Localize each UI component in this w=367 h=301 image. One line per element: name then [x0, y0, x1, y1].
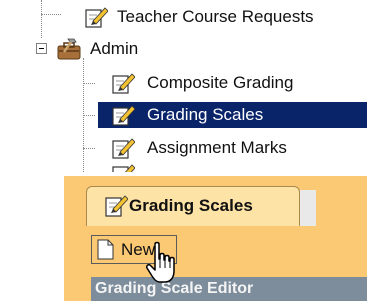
admin-tools-icon: [56, 38, 82, 60]
tree-item-teacher-course-requests[interactable]: Teacher Course Requests: [0, 4, 367, 30]
tree-item-label: Assignment Marks: [147, 138, 287, 157]
grading-scales-panel: Grading Scales New Grading Scale Editor: [64, 176, 367, 301]
tree-item-label: Grading Scales: [147, 105, 264, 124]
tree-item-assignment-marks[interactable]: Assignment Marks: [0, 135, 367, 161]
grading-scale-editor-header: Grading Scale Editor: [91, 277, 367, 301]
tree-line: [83, 148, 95, 149]
tree-item-label: Composite Grading: [147, 73, 294, 92]
edit-pencil-icon: [104, 193, 129, 217]
tree-item-grading-scales[interactable]: Grading Scales: [0, 102, 367, 128]
tree-item-label: Teacher Course Requests: [117, 7, 314, 26]
tab-label: Grading Scales: [129, 196, 253, 215]
tree-line: [83, 115, 95, 116]
edit-pencil-icon: [84, 6, 109, 28]
edit-pencil-icon: [111, 163, 136, 172]
hand-pointer-icon: [144, 241, 180, 285]
collapse-toggle-icon[interactable]: [36, 43, 47, 54]
tree-item-composite-grading[interactable]: Composite Grading: [0, 70, 367, 96]
tab-grading-scales[interactable]: Grading Scales: [86, 186, 300, 226]
edit-pencil-icon: [111, 137, 136, 159]
tree-item-admin[interactable]: Admin: [0, 36, 367, 62]
tab-strip-shadow: [300, 190, 316, 226]
edit-pencil-icon: [111, 104, 136, 126]
navigation-tree: Teacher Course Requests Admin Composite …: [0, 0, 367, 172]
tree-line: [83, 83, 95, 84]
new-document-icon: [97, 239, 114, 260]
tree-item-label: Admin: [90, 39, 139, 58]
edit-pencil-icon: [111, 72, 136, 94]
